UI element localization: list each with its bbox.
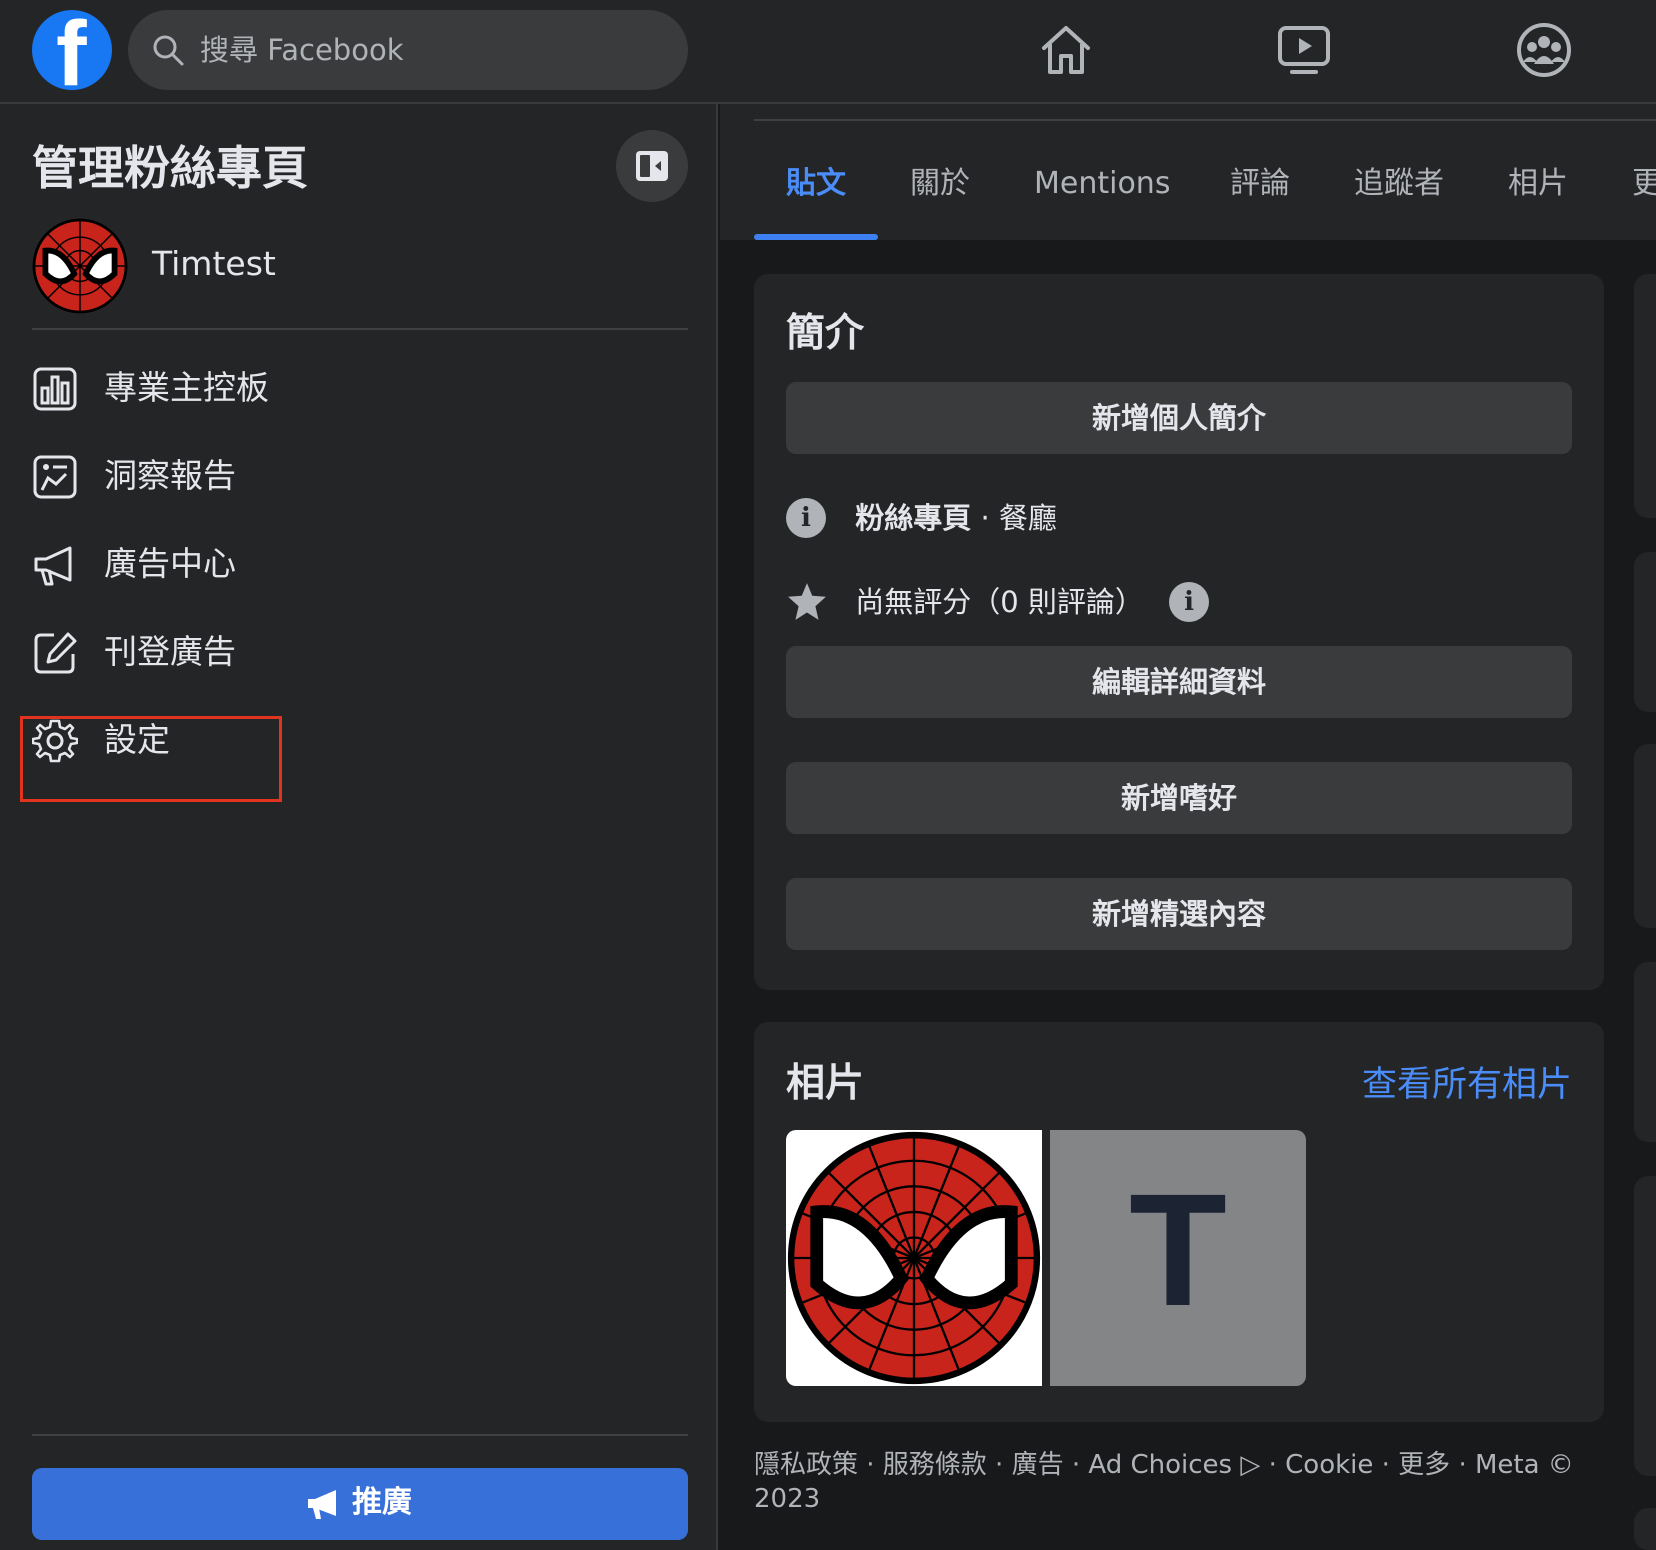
watch-video-icon[interactable] [1274, 20, 1334, 80]
manage-page-sidebar: 管理粉絲專頁 Timtest 專業主控板 洞察報告 廣告中心 刊登廣告 設定 推… [0, 104, 718, 1550]
groups-icon[interactable] [1514, 20, 1574, 80]
page-category-value: · 餐廳 [971, 501, 1057, 535]
see-all-photos-link[interactable]: 查看所有相片 [1362, 1056, 1572, 1107]
top-navigation-bar: f 搜尋 Facebook [0, 0, 1656, 104]
rating-info-icon[interactable]: i [1169, 582, 1210, 622]
sidebar-divider [32, 1434, 688, 1436]
facebook-logo-letter: f [56, 10, 87, 90]
tab-more[interactable]: 更 [1632, 162, 1656, 206]
add-hobbies-button[interactable]: 新增嗜好 [786, 762, 1572, 834]
sidebar-toggle-icon [636, 151, 668, 181]
add-bio-button[interactable]: 新增個人簡介 [786, 382, 1572, 454]
page-name[interactable]: Timtest [152, 244, 276, 283]
tab-posts[interactable]: 貼文 [786, 162, 846, 206]
right-column-card [1634, 1176, 1656, 1476]
sidebar-item-label: 專業主控板 [104, 368, 269, 407]
dashboard-icon [33, 367, 77, 411]
megaphone-icon [34, 546, 72, 586]
right-column-card [1634, 962, 1656, 1142]
edit-details-button[interactable]: 編輯詳細資料 [786, 646, 1572, 718]
intro-card: 簡介 新增個人簡介 i 粉絲專頁 · 餐廳 尚無評分（0 則評論） i 編輯詳細… [754, 274, 1604, 990]
promote-button[interactable]: 推廣 [32, 1468, 688, 1540]
tab-followers[interactable]: 追蹤者 [1354, 162, 1444, 206]
photo-thumbnail[interactable] [786, 1130, 1042, 1386]
photos-card: 相片 查看所有相片 T [754, 1022, 1604, 1422]
page-category-label: 粉絲專頁 [855, 501, 972, 535]
page-tabs-bar: 貼文 關於 Mentions 評論 追蹤者 相片 更 [720, 104, 1656, 240]
tabs-top-divider [754, 119, 1656, 121]
spiderman-mask-image [32, 218, 128, 314]
rating-row: 尚無評分（0 則評論） i [786, 578, 1210, 622]
sidebar-item-label: 廣告中心 [104, 544, 236, 583]
sidebar-item-ad-center[interactable]: 廣告中心 [20, 524, 680, 604]
insights-icon [33, 455, 77, 499]
sidebar-item-create-ad[interactable]: 刊登廣告 [20, 612, 680, 692]
right-column-card [1634, 274, 1656, 518]
home-icon[interactable] [1036, 20, 1096, 80]
photo-placeholder-letter: T [1129, 1160, 1227, 1339]
right-column-card [1634, 1508, 1656, 1550]
right-column-card [1634, 744, 1656, 928]
tab-about[interactable]: 關於 [910, 162, 970, 206]
sidebar-divider [32, 328, 688, 330]
search-icon [153, 35, 184, 66]
spiderman-mask-image [787, 1131, 1041, 1385]
promote-label: 推廣 [352, 1485, 412, 1520]
facebook-logo[interactable]: f [32, 10, 112, 90]
page-category-row: i 粉絲專頁 · 餐廳 [786, 494, 1057, 538]
sidebar-item-insights[interactable]: 洞察報告 [20, 436, 680, 516]
sidebar-item-dashboard[interactable]: 專業主控板 [20, 348, 680, 428]
search-input[interactable]: 搜尋 Facebook [128, 10, 688, 90]
rating-text: 尚無評分（0 則評論） [855, 585, 1144, 619]
intro-title: 簡介 [786, 311, 865, 356]
info-icon: i [786, 498, 826, 538]
tab-photos[interactable]: 相片 [1508, 162, 1568, 206]
star-icon [788, 583, 826, 620]
sidebar-item-label: 洞察報告 [104, 456, 236, 495]
settings-highlight-box [20, 716, 282, 802]
tab-reviews[interactable]: 評論 [1230, 162, 1290, 206]
tab-mentions[interactable]: Mentions [1034, 162, 1170, 206]
search-placeholder: 搜尋 Facebook [200, 33, 404, 67]
right-column-card [1634, 552, 1656, 712]
add-featured-button[interactable]: 新增精選內容 [786, 878, 1572, 950]
photos-title: 相片 [786, 1061, 865, 1106]
sidebar-item-label: 刊登廣告 [104, 632, 236, 671]
footer-links[interactable]: 隱私政策 · 服務條款 · 廣告 · Ad Choices ▷ · Cookie… [754, 1448, 1574, 1516]
collapse-sidebar-button[interactable] [616, 130, 688, 202]
active-tab-indicator [754, 234, 878, 240]
photo-thumbnail[interactable]: T [1050, 1130, 1306, 1386]
megaphone-icon [308, 1490, 336, 1519]
edit-icon [34, 632, 77, 674]
page-avatar[interactable] [32, 218, 128, 314]
sidebar-title: 管理粉絲專頁 [32, 141, 308, 195]
